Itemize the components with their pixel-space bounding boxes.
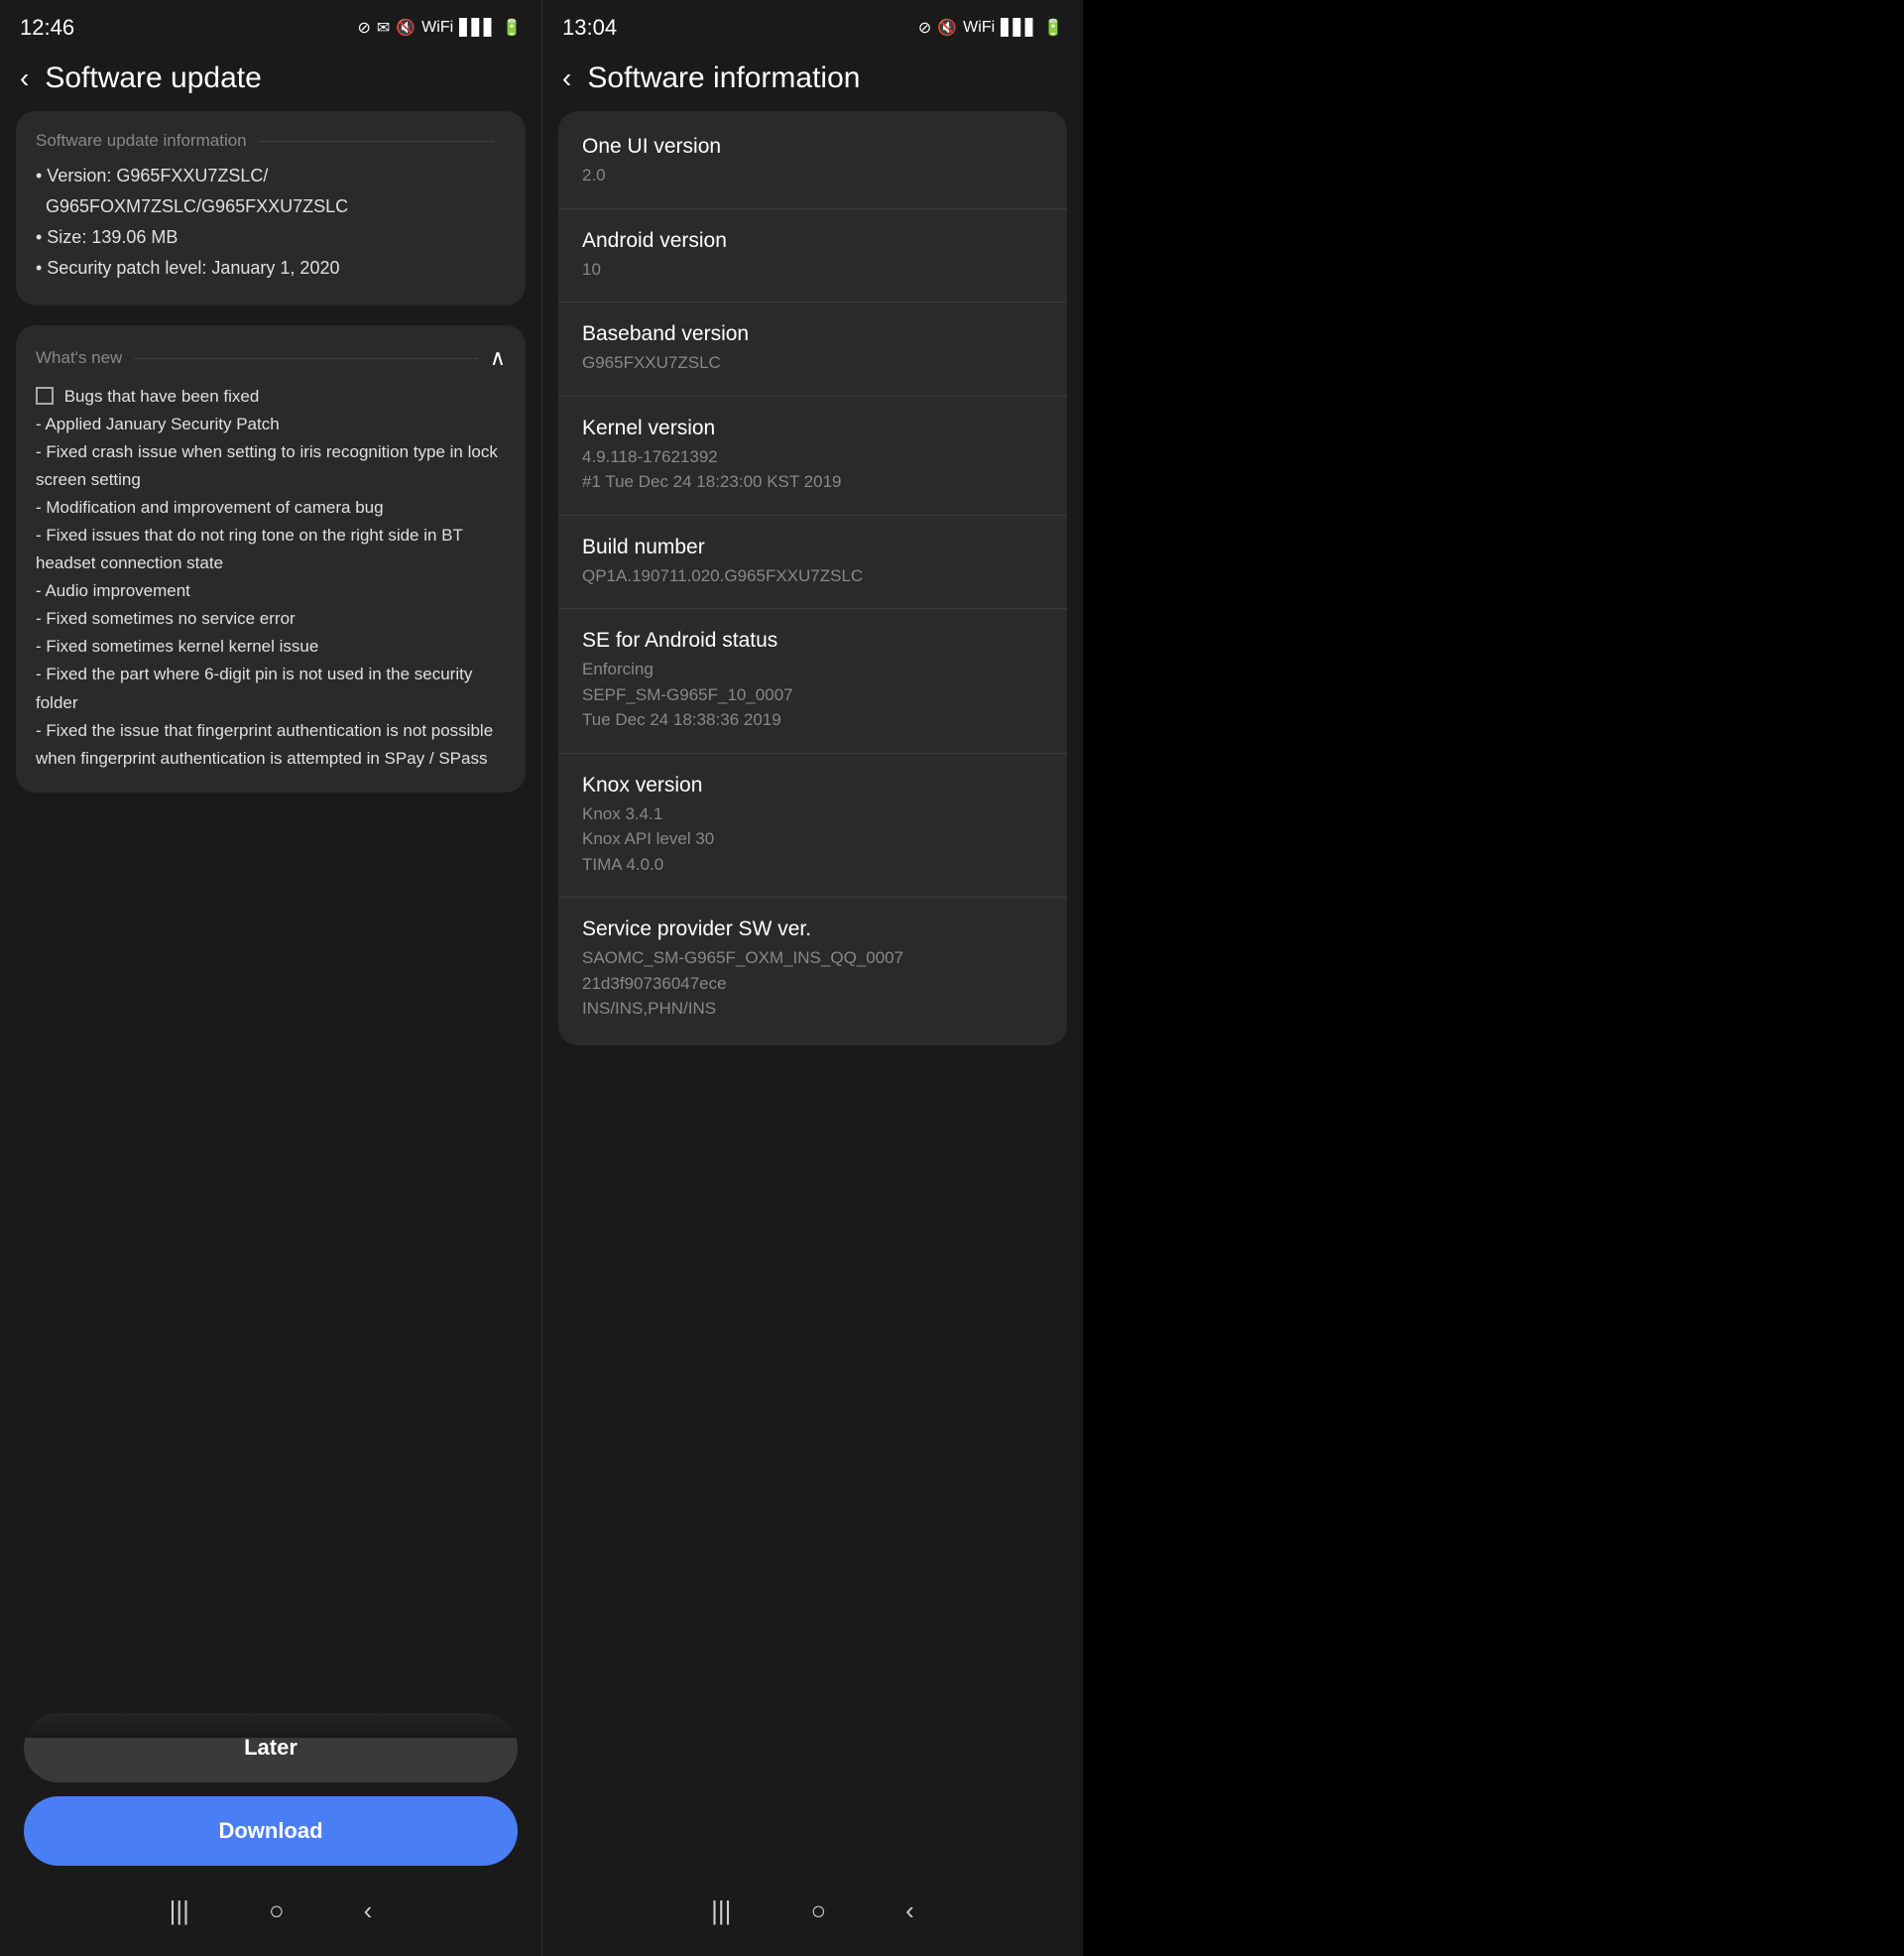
- build-value: QP1A.190711.020.G965FXXU7ZSLC: [582, 563, 1043, 589]
- sw-info-content: One UI version 2.0 Android version 10 Ba…: [542, 111, 1083, 1876]
- version-line2: G965FOXM7ZSLC/G965FXXU7ZSLC: [36, 193, 506, 220]
- home-icon[interactable]: ○: [269, 1895, 285, 1926]
- patch-item: - Applied January Security Patch: [36, 411, 506, 438]
- knox-row: Knox version Knox 3.4.1Knox API level 30…: [558, 754, 1067, 899]
- block-icon-r: ⊘: [918, 18, 931, 38]
- status-bar-left: 12:46 ⊘ ✉ 🔇 WiFi ▋▋▋ 🔋: [0, 0, 541, 52]
- status-icons-left: ⊘ ✉ 🔇 WiFi ▋▋▋ 🔋: [357, 18, 522, 38]
- time-right: 13:04: [562, 15, 617, 41]
- crash-item: - Fixed crash issue when setting to iris…: [36, 438, 506, 494]
- battery-icon: 🔋: [502, 18, 522, 38]
- status-icons-right: ⊘ 🔇 WiFi ▋▋▋ 🔋: [918, 18, 1063, 38]
- recent-apps-icon[interactable]: |||: [170, 1895, 189, 1926]
- wifi-icon: WiFi: [421, 19, 453, 37]
- fingerprint-item: - Fixed the issue that fingerprint authe…: [36, 717, 506, 773]
- security-line: • Security patch level: January 1, 2020: [36, 255, 506, 282]
- kernel-label: Kernel version: [582, 417, 1043, 440]
- se-android-row: SE for Android status EnforcingSEPF_SM-G…: [558, 609, 1067, 754]
- service-item: - Fixed sometimes no service error: [36, 605, 506, 633]
- checkbox-icon: [36, 387, 54, 405]
- knox-label: Knox version: [582, 774, 1043, 797]
- baseband-value: G965FXXU7ZSLC: [582, 350, 1043, 376]
- back-button-left[interactable]: ‹: [20, 62, 29, 94]
- ringtone-item: - Fixed issues that do not ring tone on …: [36, 522, 506, 577]
- bugs-header: Bugs that have been fixed: [36, 383, 506, 411]
- one-ui-row: One UI version 2.0: [558, 115, 1067, 209]
- size-line: • Size: 139.06 MB: [36, 224, 506, 251]
- mute-icon-r: 🔇: [937, 18, 957, 38]
- whats-new-title: What's new ∧: [36, 345, 506, 371]
- back-button-right[interactable]: ‹: [562, 62, 571, 94]
- header-left: ‹ Software update: [0, 52, 541, 111]
- update-info-card: Software update information • Version: G…: [16, 111, 526, 306]
- sw-info-card: One UI version 2.0 Android version 10 Ba…: [558, 111, 1067, 1045]
- signal-icon-r: ▋▋▋: [1001, 18, 1037, 38]
- block-icon: ⊘: [357, 18, 370, 38]
- whats-new-card: What's new ∧ Bugs that have been fixed -…: [16, 325, 526, 793]
- recent-apps-icon-r[interactable]: |||: [711, 1895, 731, 1926]
- right-panel: 13:04 ⊘ 🔇 WiFi ▋▋▋ 🔋 ‹ Software informat…: [541, 0, 1083, 1956]
- download-button[interactable]: Download: [24, 1796, 518, 1866]
- left-panel: 12:46 ⊘ ✉ 🔇 WiFi ▋▋▋ 🔋 ‹ Software update…: [0, 0, 541, 1956]
- android-label: Android version: [582, 229, 1043, 253]
- dotted-line2: [134, 358, 478, 359]
- page-title-left: Software update: [45, 61, 261, 95]
- se-android-value: EnforcingSEPF_SM-G965F_10_0007Tue Dec 24…: [582, 657, 1043, 733]
- baseband-row: Baseband version G965FXXU7ZSLC: [558, 303, 1067, 397]
- one-ui-value: 2.0: [582, 163, 1043, 188]
- service-provider-value: SAOMC_SM-G965F_OXM_INS_QQ_000721d3f90736…: [582, 945, 1043, 1022]
- back-nav-icon[interactable]: ‹: [364, 1895, 373, 1926]
- android-value: 10: [582, 257, 1043, 283]
- battery-icon-r: 🔋: [1043, 18, 1063, 38]
- signal-icon: ▋▋▋: [459, 18, 496, 38]
- collapse-icon[interactable]: ∧: [490, 345, 506, 371]
- content-left: Software update information • Version: G…: [0, 111, 541, 1697]
- page-title-right: Software information: [587, 61, 860, 95]
- knox-value: Knox 3.4.1Knox API level 30TIMA 4.0.0: [582, 801, 1043, 878]
- service-provider-row: Service provider SW ver. SAOMC_SM-G965F_…: [558, 898, 1067, 1041]
- pin-item: - Fixed the part where 6-digit pin is no…: [36, 661, 506, 716]
- release-notes: Bugs that have been fixed - Applied Janu…: [36, 383, 506, 773]
- audio-item: - Audio improvement: [36, 577, 506, 605]
- status-bar-right: 13:04 ⊘ 🔇 WiFi ▋▋▋ 🔋: [542, 0, 1083, 52]
- update-info-title: Software update information: [36, 131, 506, 151]
- nav-bar-left: ||| ○ ‹: [0, 1876, 541, 1956]
- one-ui-label: One UI version: [582, 135, 1043, 159]
- android-row: Android version 10: [558, 209, 1067, 304]
- version-line1: • Version: G965FXXU7ZSLC/: [36, 163, 506, 189]
- dotted-line: [259, 141, 494, 142]
- mail-icon: ✉: [377, 18, 390, 38]
- time-left: 12:46: [20, 15, 74, 41]
- kernel-row: Kernel version 4.9.118-17621392#1 Tue De…: [558, 397, 1067, 516]
- service-provider-label: Service provider SW ver.: [582, 917, 1043, 941]
- bottom-buttons: Later Download: [0, 1697, 541, 1876]
- later-button[interactable]: Later: [24, 1713, 518, 1782]
- nav-bar-right: ||| ○ ‹: [542, 1876, 1083, 1956]
- wifi-icon-r: WiFi: [963, 19, 995, 37]
- kernel-item: - Fixed sometimes kernel kernel issue: [36, 633, 506, 661]
- build-label: Build number: [582, 536, 1043, 559]
- build-row: Build number QP1A.190711.020.G965FXXU7ZS…: [558, 516, 1067, 610]
- baseband-label: Baseband version: [582, 322, 1043, 346]
- back-nav-icon-r[interactable]: ‹: [905, 1895, 914, 1926]
- home-icon-r[interactable]: ○: [810, 1895, 826, 1926]
- se-android-label: SE for Android status: [582, 629, 1043, 653]
- mute-icon: 🔇: [396, 18, 416, 38]
- header-right: ‹ Software information: [542, 52, 1083, 111]
- camera-item: - Modification and improvement of camera…: [36, 494, 506, 522]
- kernel-value: 4.9.118-17621392#1 Tue Dec 24 18:23:00 K…: [582, 444, 1043, 495]
